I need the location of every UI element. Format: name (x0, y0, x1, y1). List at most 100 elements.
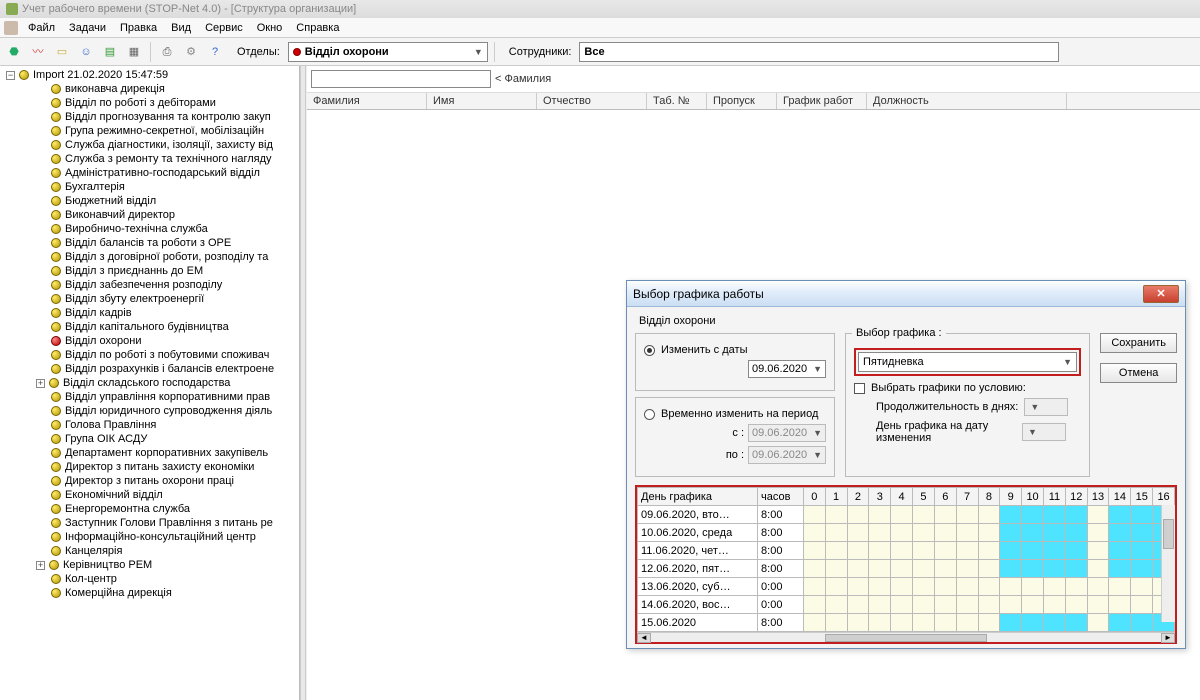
sched-hour-cell[interactable] (1000, 578, 1022, 596)
sched-col-hour[interactable]: 3 (869, 488, 891, 506)
sched-hour-cell[interactable] (934, 596, 956, 614)
collapse-icon[interactable]: − (6, 71, 15, 80)
tree-item[interactable]: Бюджетний відділ (34, 194, 299, 208)
sched-col-hour[interactable]: 14 (1109, 488, 1131, 506)
sched-hour-cell[interactable] (1043, 596, 1065, 614)
sched-hour-cell[interactable] (803, 578, 825, 596)
dialog-titlebar[interactable]: Выбор графика работы ✕ (627, 281, 1185, 307)
sched-hour-cell[interactable] (847, 506, 869, 524)
sched-col-day[interactable]: День графика (638, 488, 758, 506)
sched-hour-cell[interactable] (1000, 560, 1022, 578)
sched-col-hours[interactable]: часов (758, 488, 804, 506)
tb-tree-icon[interactable]: ⬣ (4, 42, 24, 62)
tree-item[interactable]: Департамент корпоративних закупівель (34, 446, 299, 460)
sched-hour-cell[interactable] (1022, 524, 1044, 542)
sched-hour-cell[interactable] (847, 578, 869, 596)
sched-hour-cell[interactable] (1043, 542, 1065, 560)
sched-hour-cell[interactable] (1087, 524, 1109, 542)
tb-note-icon[interactable]: ▭ (52, 42, 72, 62)
tb-calc-icon[interactable]: ▦ (124, 42, 144, 62)
sched-hour-cell[interactable] (934, 614, 956, 632)
sched-hour-cell[interactable] (978, 578, 1000, 596)
tree-item[interactable]: Відділ по роботі з дебіторами (34, 96, 299, 110)
sched-hour-cell[interactable] (1043, 560, 1065, 578)
sched-hour-cell[interactable] (913, 560, 935, 578)
sched-hour-cell[interactable] (1109, 614, 1131, 632)
sched-hour-cell[interactable] (869, 578, 891, 596)
sched-hour-cell[interactable] (1087, 578, 1109, 596)
sched-hour-cell[interactable] (891, 560, 913, 578)
sched-hour-cell[interactable] (913, 596, 935, 614)
vertical-scrollbar[interactable] (1161, 505, 1175, 622)
tree-item[interactable]: Відділ з приєднаннь до ЕМ (34, 264, 299, 278)
save-button[interactable]: Сохранить (1100, 333, 1177, 353)
sched-hour-cell[interactable] (1065, 596, 1087, 614)
sched-hour-cell[interactable] (869, 506, 891, 524)
tree-item[interactable]: Виробничо-технічна служба (34, 222, 299, 236)
sched-hour-cell[interactable] (891, 596, 913, 614)
sched-hour-cell[interactable] (803, 524, 825, 542)
tree-item[interactable]: Відділ охорони (34, 334, 299, 348)
sched-col-hour[interactable]: 10 (1022, 488, 1044, 506)
sched-hour-cell[interactable] (1065, 524, 1087, 542)
emp-select[interactable]: Все (579, 42, 1059, 62)
sched-hour-cell[interactable] (913, 614, 935, 632)
sched-col-hour[interactable]: 2 (847, 488, 869, 506)
grid-column-header[interactable]: Фамилия (307, 93, 427, 109)
tree-item[interactable]: Відділ розрахунків і балансів електроене (34, 362, 299, 376)
sched-hour-cell[interactable] (1022, 614, 1044, 632)
tb-users-icon[interactable]: ☺ (76, 42, 96, 62)
sched-hour-cell[interactable] (825, 542, 847, 560)
grid-column-header[interactable]: Таб. № (647, 93, 707, 109)
cond-duration-input[interactable]: ▼ (1024, 398, 1068, 416)
tree-item[interactable]: Кол-центр (34, 572, 299, 586)
tree-item[interactable]: Комерційна дирекція (34, 586, 299, 600)
sched-col-hour[interactable]: 11 (1043, 488, 1065, 506)
tree-item[interactable]: Директор з питань захисту економіки (34, 460, 299, 474)
sched-hour-cell[interactable] (1000, 542, 1022, 560)
sched-hour-cell[interactable] (803, 560, 825, 578)
scroll-left-icon[interactable]: ◄ (637, 633, 651, 643)
sched-hour-cell[interactable] (1131, 614, 1153, 632)
scroll-thumb[interactable] (825, 634, 986, 642)
sched-hour-cell[interactable] (934, 524, 956, 542)
date-to-input[interactable]: 09.06.2020 ▼ (748, 446, 826, 464)
sched-hour-cell[interactable] (1087, 506, 1109, 524)
sched-hour-cell[interactable] (913, 542, 935, 560)
sched-hour-cell[interactable] (913, 506, 935, 524)
tree-item[interactable]: Економічний відділ (34, 488, 299, 502)
tree-item[interactable]: Відділ прогнозування та контролю закуп (34, 110, 299, 124)
scroll-right-icon[interactable]: ► (1161, 633, 1175, 643)
grid-column-header[interactable]: Имя (427, 93, 537, 109)
sched-hour-cell[interactable] (978, 560, 1000, 578)
sched-hour-cell[interactable] (1087, 542, 1109, 560)
sched-hour-cell[interactable] (825, 614, 847, 632)
sched-hour-cell[interactable] (1000, 506, 1022, 524)
tree-item[interactable]: Адміністративно-господарський відділ (34, 166, 299, 180)
sched-hour-cell[interactable] (934, 560, 956, 578)
sched-hour-cell[interactable] (891, 614, 913, 632)
sched-hour-cell[interactable] (956, 578, 978, 596)
tree-item[interactable]: Відділ з договірної роботи, розподілу та (34, 250, 299, 264)
tree-item[interactable]: Бухгалтерія (34, 180, 299, 194)
sched-hour-cell[interactable] (869, 560, 891, 578)
search-hint[interactable]: < Фамилия (495, 73, 551, 85)
sched-hour-cell[interactable] (1000, 614, 1022, 632)
tree-item[interactable]: Голова Правління (34, 418, 299, 432)
menu-tasks[interactable]: Задачи (63, 20, 112, 36)
sched-hour-cell[interactable] (978, 506, 1000, 524)
tree-item[interactable]: Відділ кадрів (34, 306, 299, 320)
sched-hour-cell[interactable] (913, 578, 935, 596)
tb-chart-icon[interactable]: 〰 (28, 42, 48, 62)
tree-item[interactable]: Інформаційно-консультаційний центр (34, 530, 299, 544)
sched-hour-cell[interactable] (956, 506, 978, 524)
sched-hour-cell[interactable] (956, 614, 978, 632)
close-button[interactable]: ✕ (1143, 285, 1179, 303)
sched-col-hour[interactable]: 1 (825, 488, 847, 506)
sched-hour-cell[interactable] (891, 524, 913, 542)
sched-col-hour[interactable]: 7 (956, 488, 978, 506)
sched-hour-cell[interactable] (803, 506, 825, 524)
sched-hour-cell[interactable] (869, 542, 891, 560)
sched-hour-cell[interactable] (934, 578, 956, 596)
tree-item[interactable]: Енергоремонтна служба (34, 502, 299, 516)
